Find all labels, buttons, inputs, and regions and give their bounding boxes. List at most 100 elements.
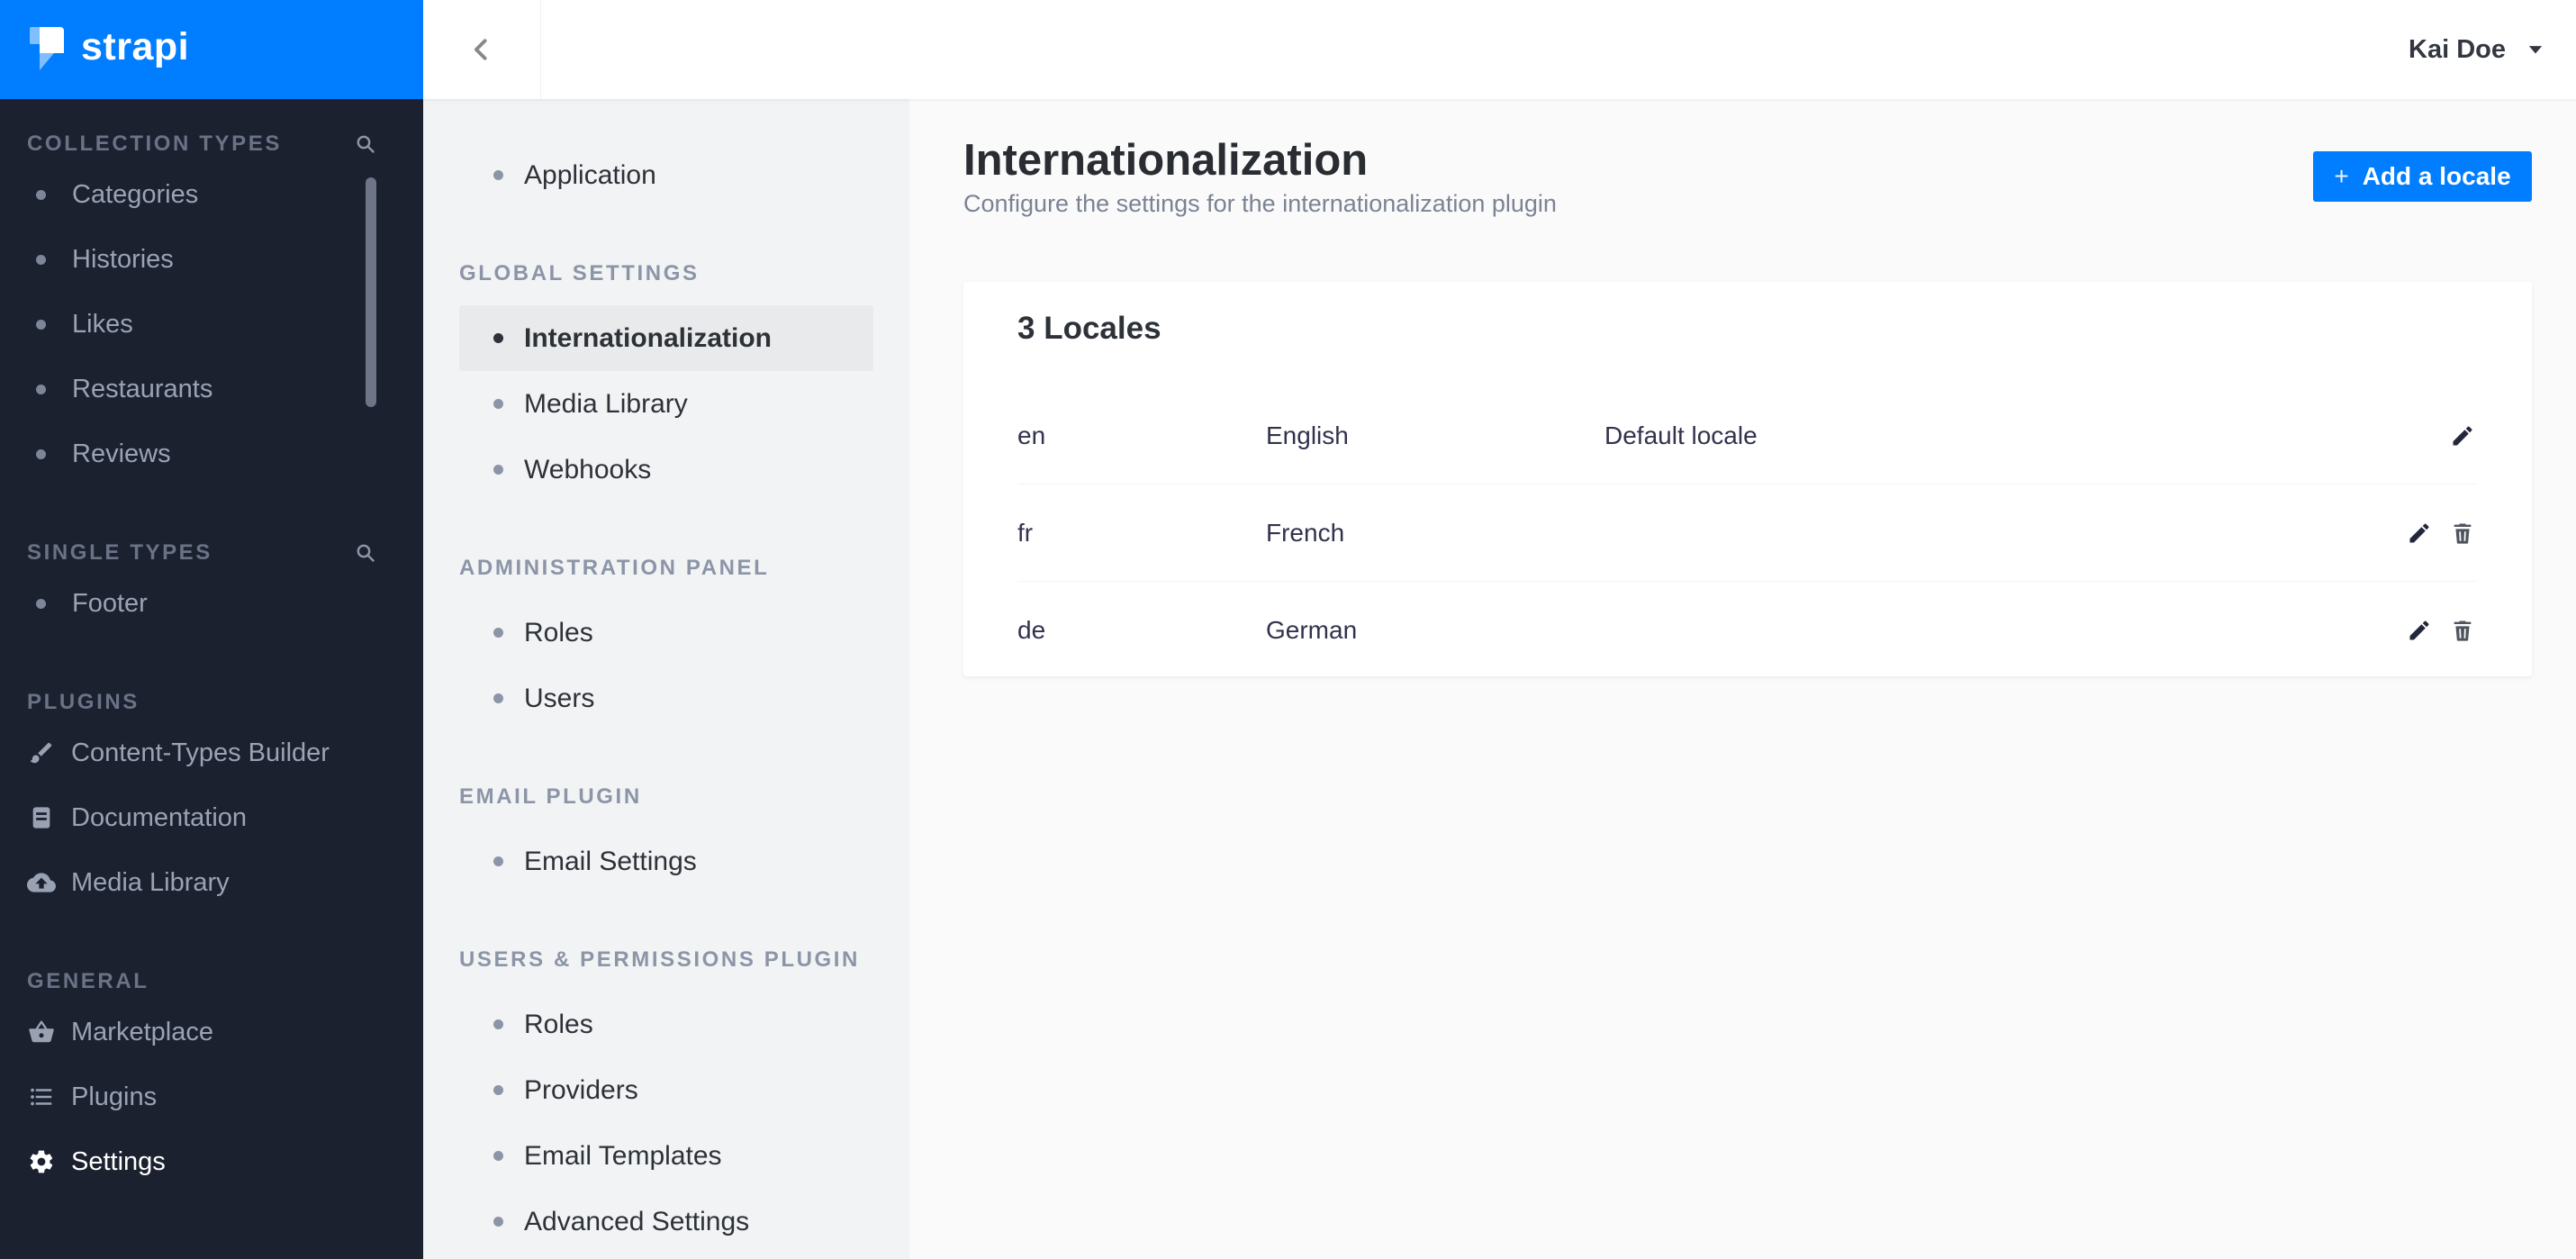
settings-item-providers[interactable]: Providers bbox=[459, 1057, 873, 1123]
delete-locale-button[interactable] bbox=[2447, 518, 2478, 548]
trash-icon bbox=[2450, 618, 2475, 643]
sidebar-item-footer[interactable]: Footer bbox=[0, 571, 423, 636]
locale-code: fr bbox=[1017, 518, 1034, 547]
row-actions bbox=[2404, 615, 2478, 646]
row-actions bbox=[2447, 421, 2478, 451]
section-general: GENERAL bbox=[27, 969, 149, 993]
sidebar-item-categories[interactable]: Categories bbox=[0, 162, 423, 227]
bullet-icon bbox=[36, 319, 46, 330]
pencil-icon bbox=[2450, 423, 2475, 448]
page-title: Internationalization bbox=[963, 136, 1369, 185]
settings-item-email-settings[interactable]: Email Settings bbox=[459, 829, 873, 894]
settings-item-webhooks[interactable]: Webhooks bbox=[459, 437, 873, 503]
bullet-icon bbox=[493, 399, 503, 409]
sidebar-item-content-types-builder[interactable]: Content-Types Builder bbox=[0, 720, 423, 785]
list-icon bbox=[25, 1081, 58, 1113]
sidebar-item-reviews[interactable]: Reviews bbox=[0, 421, 423, 486]
settings-item-media-library[interactable]: Media Library bbox=[459, 371, 873, 437]
locale-name: German bbox=[1266, 615, 1358, 644]
brush-icon bbox=[25, 737, 58, 769]
bullet-icon bbox=[36, 254, 46, 265]
locale-name: French bbox=[1266, 518, 1345, 547]
sidebar-item-settings[interactable]: Settings bbox=[0, 1129, 423, 1194]
bullet-icon bbox=[36, 598, 46, 609]
settings-item-up-roles[interactable]: Roles bbox=[459, 992, 873, 1057]
delete-locale-button[interactable] bbox=[2447, 615, 2478, 646]
sidebar-item-plugins[interactable]: Plugins bbox=[0, 1064, 423, 1129]
sidebar-item-marketplace[interactable]: Marketplace bbox=[0, 1000, 423, 1064]
settings-item-admin-roles[interactable]: Roles bbox=[459, 600, 873, 666]
bullet-icon bbox=[493, 170, 503, 180]
edit-locale-button[interactable] bbox=[2404, 615, 2435, 646]
sidebar-item-restaurants[interactable]: Restaurants bbox=[0, 357, 423, 421]
locales-card-title: 3 Locales bbox=[1017, 311, 1161, 346]
section-users-permissions-plugin: USERS & PERMISSIONS PLUGIN bbox=[459, 947, 860, 972]
strapi-logo-icon bbox=[30, 27, 66, 72]
table-row: de German bbox=[1017, 582, 2478, 678]
edit-locale-button[interactable] bbox=[2447, 421, 2478, 451]
bullet-icon bbox=[493, 628, 503, 638]
section-single-types: SINGLE TYPES bbox=[0, 535, 423, 571]
top-bar: Kai Doe bbox=[423, 0, 2576, 99]
settings-item-internationalization[interactable]: Internationalization bbox=[459, 305, 873, 371]
locale-code: en bbox=[1017, 421, 1046, 449]
bullet-icon bbox=[493, 856, 503, 866]
page-header: Internationalization Configure the setti… bbox=[963, 135, 2532, 220]
trash-icon bbox=[2450, 521, 2475, 546]
pencil-icon bbox=[2407, 521, 2432, 546]
bullet-icon bbox=[493, 1217, 503, 1227]
bullet-icon bbox=[36, 384, 46, 394]
book-icon bbox=[25, 802, 58, 834]
bullet-icon bbox=[36, 189, 46, 200]
caret-down-icon bbox=[2524, 38, 2547, 61]
sidebar-item-documentation[interactable]: Documentation bbox=[0, 785, 423, 850]
row-actions bbox=[2404, 518, 2478, 548]
cloud-upload-icon bbox=[25, 866, 58, 899]
page-subtitle: Configure the settings for the internati… bbox=[963, 190, 1557, 217]
sidebar-item-histories[interactable]: Histories bbox=[0, 227, 423, 292]
user-menu[interactable]: Kai Doe bbox=[2409, 0, 2547, 99]
locales-card: 3 Locales en English Default locale fr F… bbox=[963, 282, 2532, 676]
sidebar-item-media-library[interactable]: Media Library bbox=[0, 850, 423, 915]
main-content: Internationalization Configure the setti… bbox=[909, 99, 2576, 1259]
back-button[interactable] bbox=[423, 0, 541, 99]
search-icon[interactable] bbox=[355, 133, 376, 155]
main-sidebar: strapi COLLECTION TYPES Categories Histo… bbox=[0, 0, 423, 1259]
pencil-icon bbox=[2407, 618, 2432, 643]
section-email-plugin: EMAIL PLUGIN bbox=[459, 784, 642, 809]
search-icon[interactable] bbox=[355, 542, 376, 564]
strapi-logo-text: strapi bbox=[81, 24, 190, 68]
table-row: en English Default locale bbox=[1017, 387, 2478, 485]
locales-table: en English Default locale fr French de G… bbox=[1017, 387, 2478, 678]
bullet-icon bbox=[493, 465, 503, 475]
settings-sidebar: Application GLOBAL SETTINGS Internationa… bbox=[423, 99, 909, 1259]
strapi-logo[interactable]: strapi bbox=[0, 0, 423, 99]
bullet-icon bbox=[493, 693, 503, 703]
user-name: Kai Doe bbox=[2409, 34, 2506, 64]
bullet-icon bbox=[36, 448, 46, 459]
chevron-left-icon bbox=[466, 34, 497, 65]
table-row: fr French bbox=[1017, 485, 2478, 582]
settings-item-admin-users[interactable]: Users bbox=[459, 666, 873, 731]
main-sidebar-nav: COLLECTION TYPES Categories Histories Li… bbox=[0, 126, 423, 1194]
section-collection-types: COLLECTION TYPES bbox=[0, 126, 423, 162]
bullet-icon bbox=[493, 1151, 503, 1161]
bullet-icon bbox=[493, 1085, 503, 1095]
gear-icon bbox=[25, 1146, 58, 1178]
section-administration-panel: ADMINISTRATION PANEL bbox=[459, 556, 770, 580]
sidebar-scrollbar[interactable] bbox=[366, 177, 376, 407]
sidebar-item-likes[interactable]: Likes bbox=[0, 292, 423, 357]
settings-item-application[interactable]: Application bbox=[459, 142, 873, 208]
section-global-settings: GLOBAL SETTINGS bbox=[459, 261, 700, 285]
bullet-icon bbox=[493, 333, 503, 343]
edit-locale-button[interactable] bbox=[2404, 518, 2435, 548]
page-header-text: Internationalization Configure the setti… bbox=[963, 135, 1557, 220]
locale-code: de bbox=[1017, 615, 1046, 644]
basket-icon bbox=[25, 1016, 58, 1048]
locale-name: English bbox=[1266, 421, 1349, 449]
add-locale-button[interactable]: + Add a locale bbox=[2313, 151, 2532, 202]
settings-item-advanced-settings[interactable]: Advanced Settings bbox=[459, 1189, 873, 1254]
section-plugins: PLUGINS bbox=[27, 690, 140, 714]
settings-item-email-templates[interactable]: Email Templates bbox=[459, 1123, 873, 1189]
plus-icon: + bbox=[2334, 162, 2349, 190]
